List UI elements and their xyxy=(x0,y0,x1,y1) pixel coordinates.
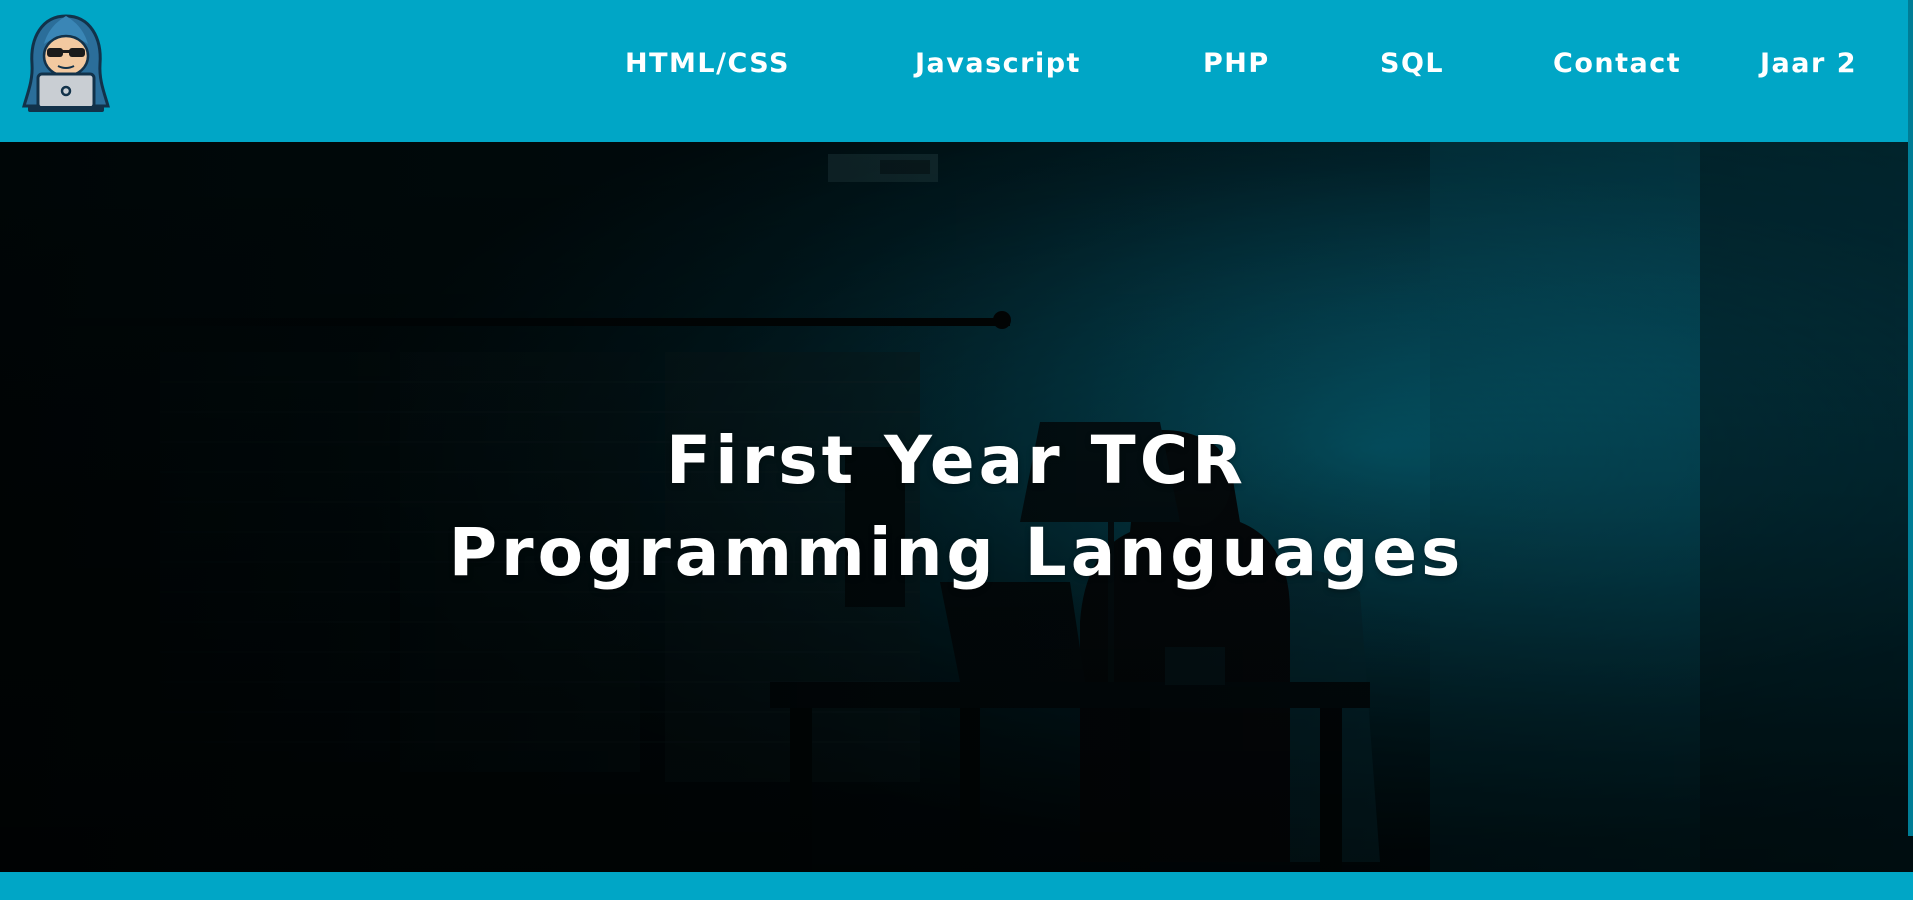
hero-title-line-2: Programming Languages xyxy=(448,514,1465,591)
page-scrollbar[interactable] xyxy=(1908,0,1913,836)
hero-title-line-1: First Year TCR xyxy=(666,422,1247,499)
nav-jaar-2[interactable]: Jaar 2 xyxy=(1760,48,1857,79)
hero-background-image xyxy=(0,142,1913,872)
nav-sql[interactable]: SQL xyxy=(1380,48,1444,79)
main-nav: HTML/CSS Javascript PHP SQL Contact Jaar… xyxy=(0,0,1913,136)
hero-banner: First Year TCR Programming Languages xyxy=(0,142,1913,872)
bottom-band xyxy=(0,872,1913,900)
nav-php[interactable]: PHP xyxy=(1203,48,1270,79)
nav-html-css[interactable]: HTML/CSS xyxy=(625,48,790,79)
site-header: HTML/CSS Javascript PHP SQL Contact Jaar… xyxy=(0,0,1913,142)
nav-javascript[interactable]: Javascript xyxy=(915,48,1081,79)
page: HTML/CSS Javascript PHP SQL Contact Jaar… xyxy=(0,0,1913,900)
nav-contact[interactable]: Contact xyxy=(1553,48,1681,79)
